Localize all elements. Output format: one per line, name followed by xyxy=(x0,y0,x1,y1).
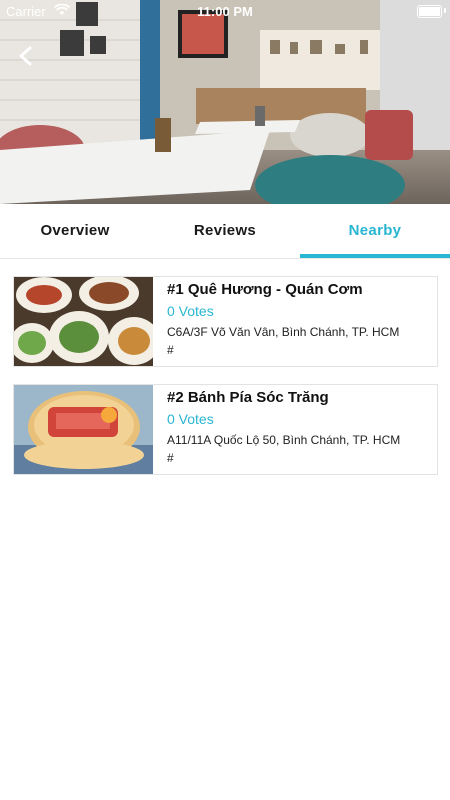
back-button[interactable] xyxy=(10,40,42,72)
place-link[interactable]: # xyxy=(167,451,431,465)
place-address: A11/11A Quốc Lộ 50, Bình Chánh, TP. HCM xyxy=(167,433,401,447)
cafe-interior-image xyxy=(0,0,450,204)
active-tab-indicator xyxy=(300,254,450,258)
nearby-item-1[interactable]: #1 Quê Hương - Quán Cơm 0 Votes C6A/3F V… xyxy=(13,276,438,367)
tab-reviews[interactable]: Reviews xyxy=(150,204,300,258)
place-title: #1 Quê Hương - Quán Cơm xyxy=(167,281,363,298)
clock-time: 11:00 PM xyxy=(197,4,253,19)
chevron-left-icon xyxy=(19,46,32,66)
rice-dishes-photo xyxy=(14,277,153,366)
battery-icon xyxy=(417,5,442,18)
place-title: #2 Bánh Pía Sóc Trăng xyxy=(167,389,329,406)
tab-reviews-label: Reviews xyxy=(193,222,257,239)
vote-count: 0 Votes xyxy=(167,411,214,427)
mooncake-photo xyxy=(14,385,153,474)
vote-count: 0 Votes xyxy=(167,303,214,319)
place-address: C6A/3F Võ Văn Vân, Bình Chánh, TP. HCM xyxy=(167,325,400,339)
tab-overview-label: Overview xyxy=(40,222,110,239)
battery-tip xyxy=(444,8,446,13)
tab-overview[interactable]: Overview xyxy=(0,204,150,258)
tab-bar: Overview Reviews Nearby xyxy=(0,204,450,259)
tab-nearby[interactable]: Nearby xyxy=(300,204,450,258)
hero-photo xyxy=(0,0,450,204)
place-link[interactable]: # xyxy=(167,343,431,357)
nearby-item-2[interactable]: #2 Bánh Pía Sóc Trăng 0 Votes A11/11A Qu… xyxy=(13,384,438,475)
tab-nearby-label: Nearby xyxy=(348,222,402,239)
status-bar: Carrier 11:00 PM xyxy=(0,0,450,22)
